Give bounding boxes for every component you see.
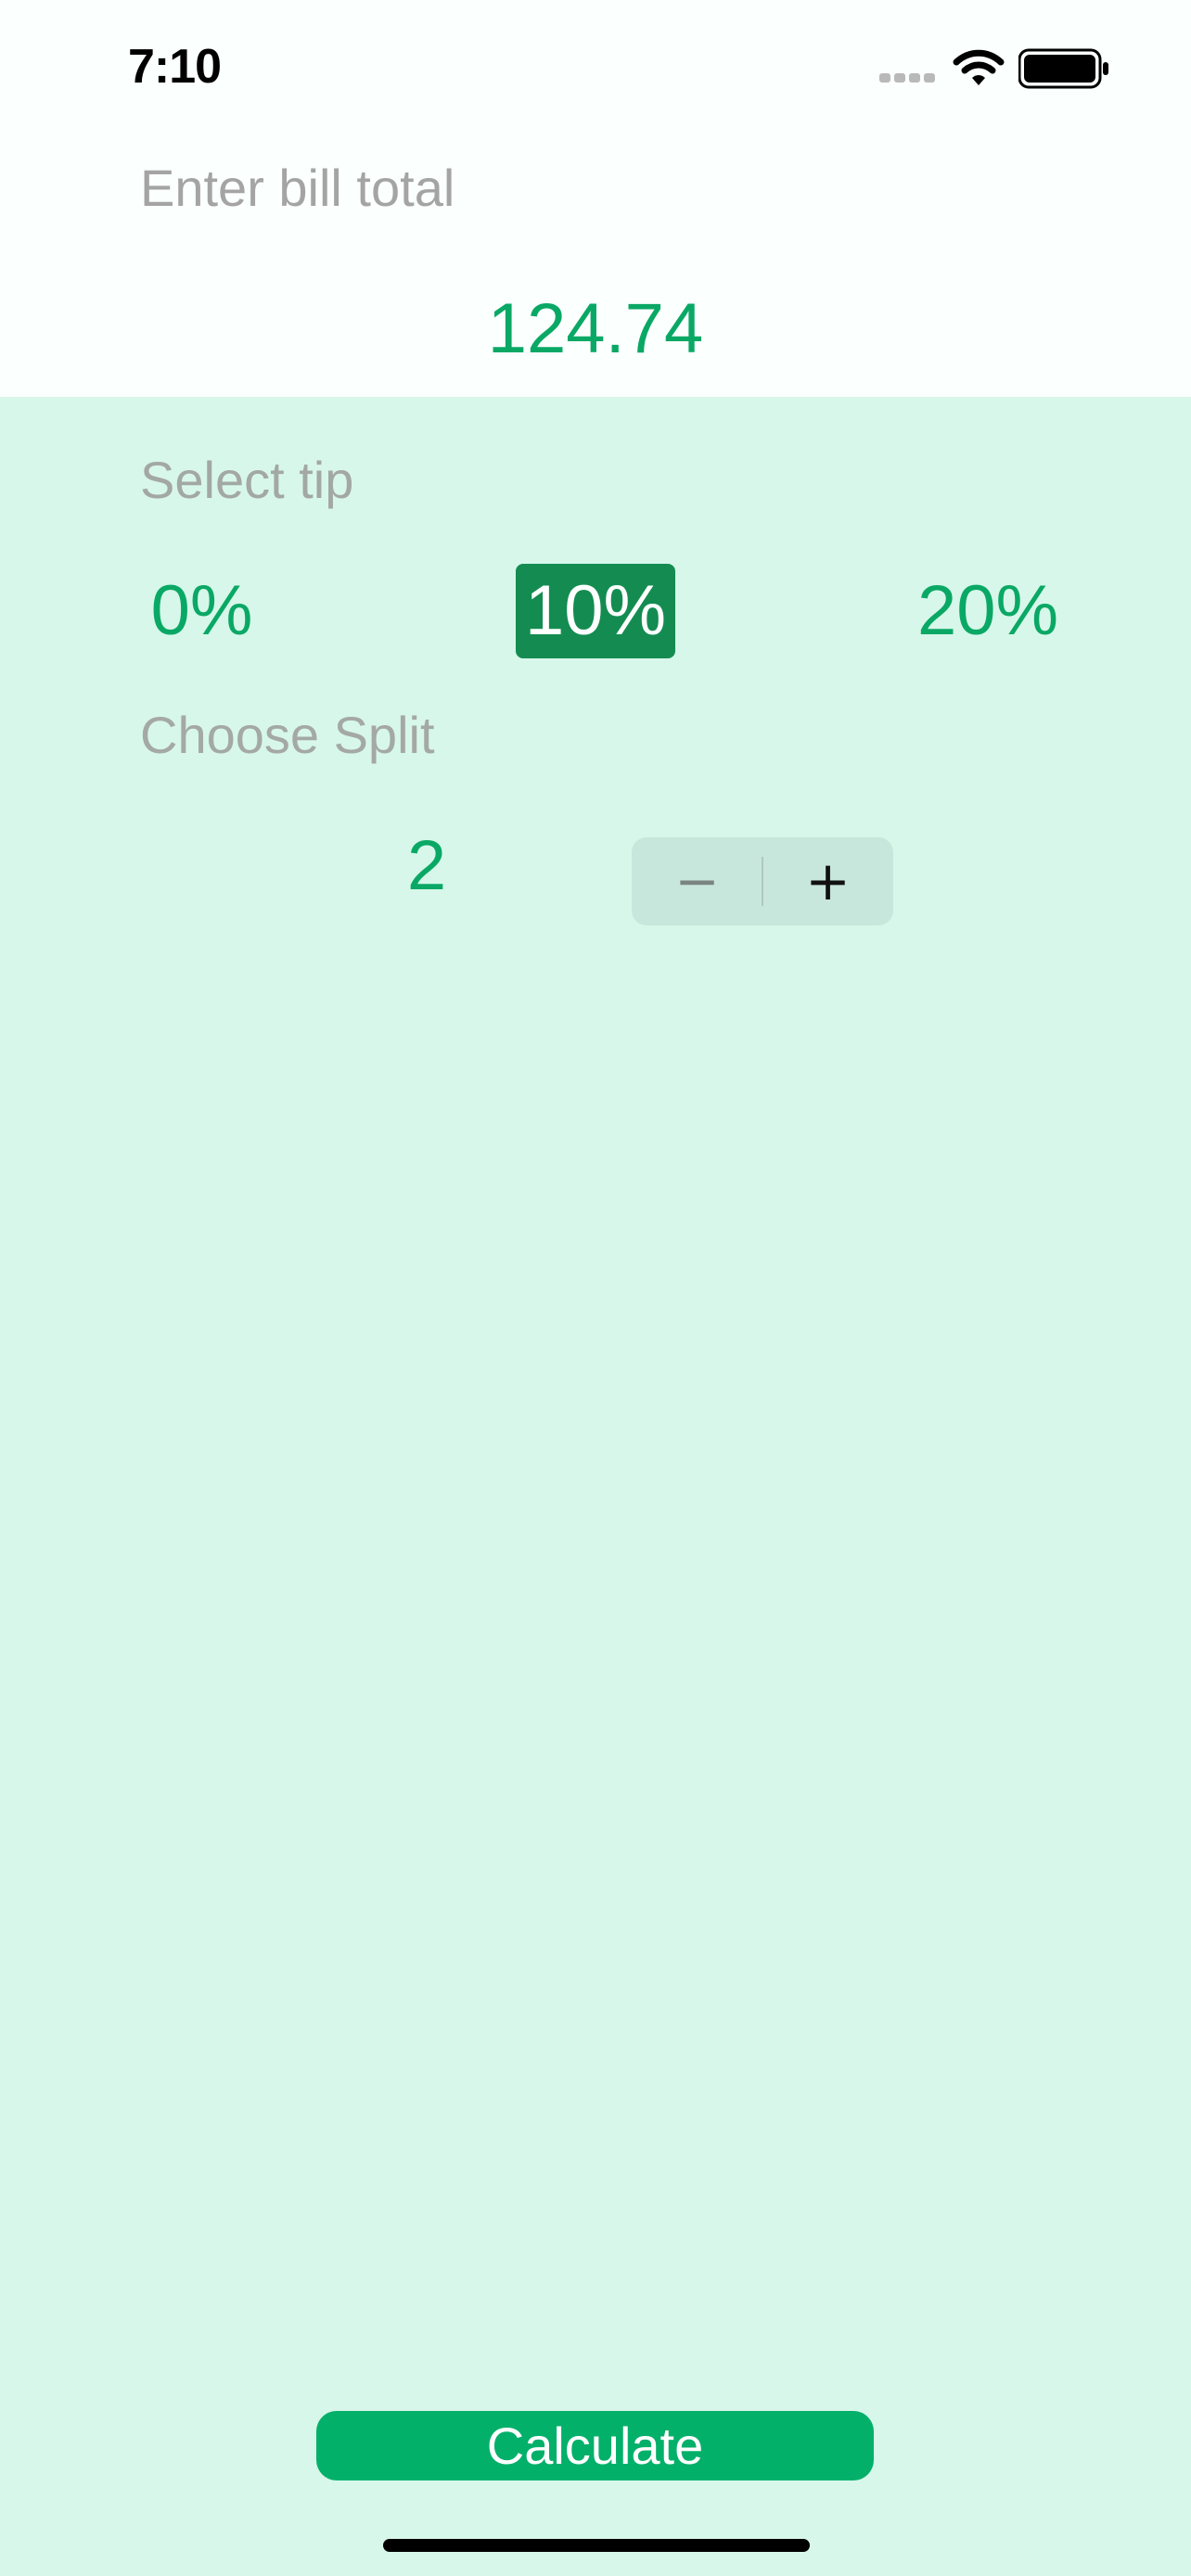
wifi-arc-outer xyxy=(953,49,1005,66)
wifi-icon xyxy=(953,49,1005,85)
split-stepper: − + xyxy=(632,837,893,925)
calculate-button[interactable]: Calculate xyxy=(316,2411,874,2480)
wifi-dot xyxy=(972,75,985,85)
tip-option-20-percent[interactable]: 20% xyxy=(909,564,1067,658)
wifi-arc-middle xyxy=(961,61,996,74)
decrement-button[interactable]: − xyxy=(632,837,762,925)
cellular-signal-icon xyxy=(879,73,935,83)
signal-bar xyxy=(924,73,935,83)
increment-button[interactable]: + xyxy=(762,837,893,925)
signal-bar xyxy=(879,73,890,83)
status-icons xyxy=(879,45,1121,93)
split-value: 2 xyxy=(406,826,447,905)
home-indicator xyxy=(383,2539,810,2552)
battery-cap xyxy=(1103,62,1108,75)
signal-bar xyxy=(909,73,920,83)
battery-fill xyxy=(1024,55,1095,83)
bill-total-field[interactable]: 124.74 xyxy=(0,290,1191,368)
battery-icon xyxy=(1018,48,1108,89)
split-label: Choose Split xyxy=(140,706,435,764)
tip-option-10-percent[interactable]: 10% xyxy=(516,564,675,658)
bill-label: Enter bill total xyxy=(140,159,455,217)
tip-label: Select tip xyxy=(140,451,354,509)
signal-bar xyxy=(894,73,905,83)
tip-option-0-percent[interactable]: 0% xyxy=(144,564,260,658)
status-time: 7:10 xyxy=(128,40,222,94)
